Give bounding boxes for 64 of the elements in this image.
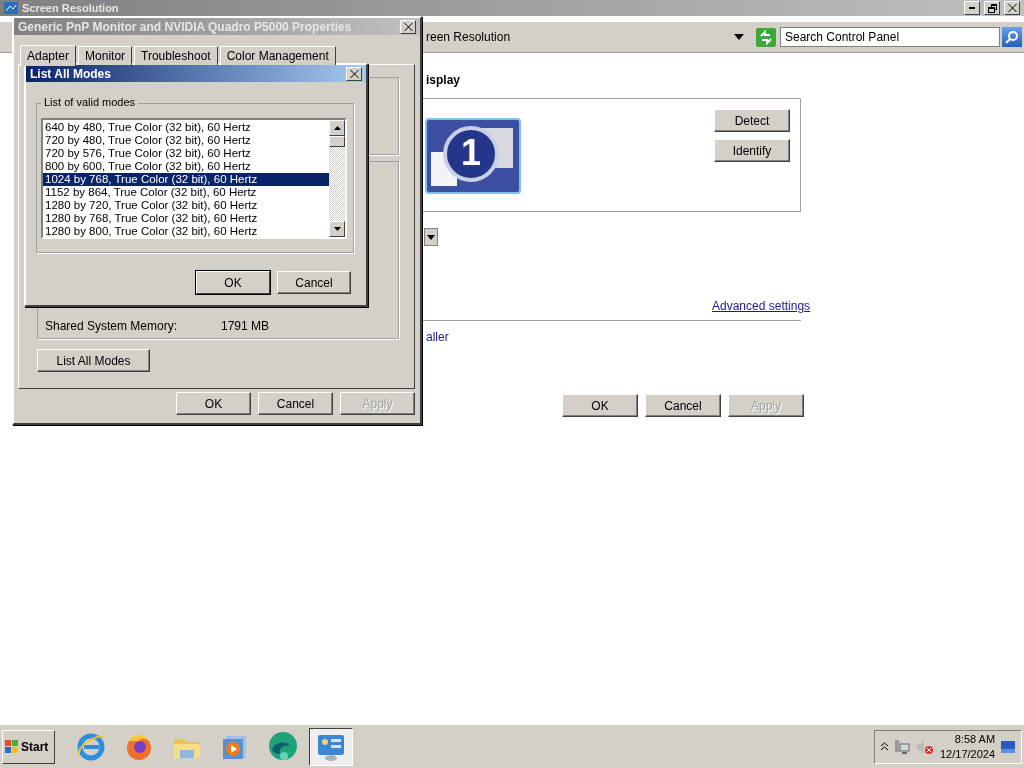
scroll-thumb[interactable]	[329, 136, 345, 147]
section-heading: isplay	[426, 73, 461, 87]
dialog-button[interactable]: OK	[176, 392, 251, 415]
close-icon	[349, 69, 359, 78]
close-button[interactable]	[400, 19, 416, 34]
close-icon	[403, 22, 413, 31]
muted-speaker-icon[interactable]	[916, 738, 934, 755]
monitor-button[interactable]: Detect	[714, 109, 790, 132]
dialog-button[interactable]: OK	[562, 394, 638, 417]
close-icon	[1007, 4, 1017, 12]
start-button[interactable]: Start	[2, 729, 55, 764]
info-value: 1791 MB	[221, 319, 270, 333]
close-button[interactable]	[1004, 1, 1020, 15]
list-item[interactable]: 720 by 576, True Color (32 bit), 60 Hertz	[43, 147, 329, 160]
monitor-button[interactable]: Identify	[714, 139, 790, 162]
info-label: Shared System Memory:	[45, 319, 179, 333]
windows-flag-icon	[5, 739, 19, 754]
minimize-button[interactable]	[964, 1, 980, 15]
dropdown-arrow-icon	[427, 234, 435, 240]
list-item[interactable]: 1280 by 768, True Color (32 bit), 60 Hertz	[43, 212, 329, 225]
list-item[interactable]: 1152 by 864, True Color (32 bit), 60 Hertz	[43, 186, 329, 199]
dropdown-button[interactable]	[424, 228, 438, 246]
chevron-up-icon[interactable]	[881, 742, 888, 751]
advanced-settings-link[interactable]: Advanced settings	[712, 299, 811, 313]
list-item[interactable]: 720 by 480, True Color (32 bit), 60 Hertz	[43, 134, 329, 147]
search-field[interactable]: Search Control Panel	[780, 27, 1000, 47]
search-icon	[1005, 30, 1019, 44]
tab[interactable]: Color Management	[219, 46, 336, 65]
clock[interactable]: 8:58 AM 12/17/2024	[940, 731, 996, 762]
dialog-button[interactable]: Cancel	[645, 394, 721, 417]
display-icon	[4, 2, 18, 14]
list-item[interactable]: 1024 by 768, True Color (32 bit), 60 Hertz	[43, 173, 329, 186]
group-label: List of valid modes	[41, 96, 139, 108]
restore-button[interactable]	[984, 1, 1000, 15]
close-button[interactable]	[346, 66, 362, 81]
tab[interactable]: Troubleshoot	[134, 46, 218, 65]
search-button[interactable]	[1002, 27, 1022, 47]
list-item[interactable]: 1280 by 800, True Color (32 bit), 60 Hertz	[43, 225, 329, 237]
list-item[interactable]: 800 by 600, True Color (32 bit), 60 Hertz	[43, 160, 329, 173]
dialog-button[interactable]: Cancel	[277, 271, 351, 294]
dialog-title: List All Modes	[30, 66, 112, 81]
breadcrumb[interactable]: reen Resolution	[426, 30, 734, 44]
taskbar-app-button[interactable]	[309, 727, 353, 766]
monitor-number: 1	[460, 131, 482, 175]
scroll-up-icon	[333, 126, 341, 130]
show-desktop-icon[interactable]	[1001, 740, 1016, 753]
list-item[interactable]: 640 by 480, True Color (32 bit), 60 Hertz	[43, 121, 329, 134]
window-title: Screen Resolution	[22, 2, 120, 14]
tab[interactable]: Adapter	[20, 45, 77, 66]
refresh-icon[interactable]	[756, 27, 776, 47]
restore-icon	[987, 3, 997, 13]
monitor-drawing[interactable]	[425, 118, 521, 194]
text-link[interactable]: aller	[426, 330, 449, 344]
dialog-button[interactable]: OK	[196, 271, 270, 294]
network-icon[interactable]	[894, 738, 910, 755]
dropdown-arrow-icon[interactable]	[734, 34, 744, 40]
dialog-button[interactable]: Cancel	[258, 392, 333, 415]
scrollbar[interactable]	[329, 120, 345, 237]
scroll-down-icon	[333, 227, 341, 231]
minimize-icon	[969, 7, 975, 9]
tab[interactable]: Monitor	[78, 46, 133, 65]
list-item[interactable]: 1280 by 720, True Color (32 bit), 60 Hertz	[43, 199, 329, 212]
list-all-modes-button[interactable]: List All Modes	[37, 349, 150, 372]
dialog-title: Generic PnP Monitor and NVIDIA Quadro P5000 Properties	[18, 19, 353, 34]
